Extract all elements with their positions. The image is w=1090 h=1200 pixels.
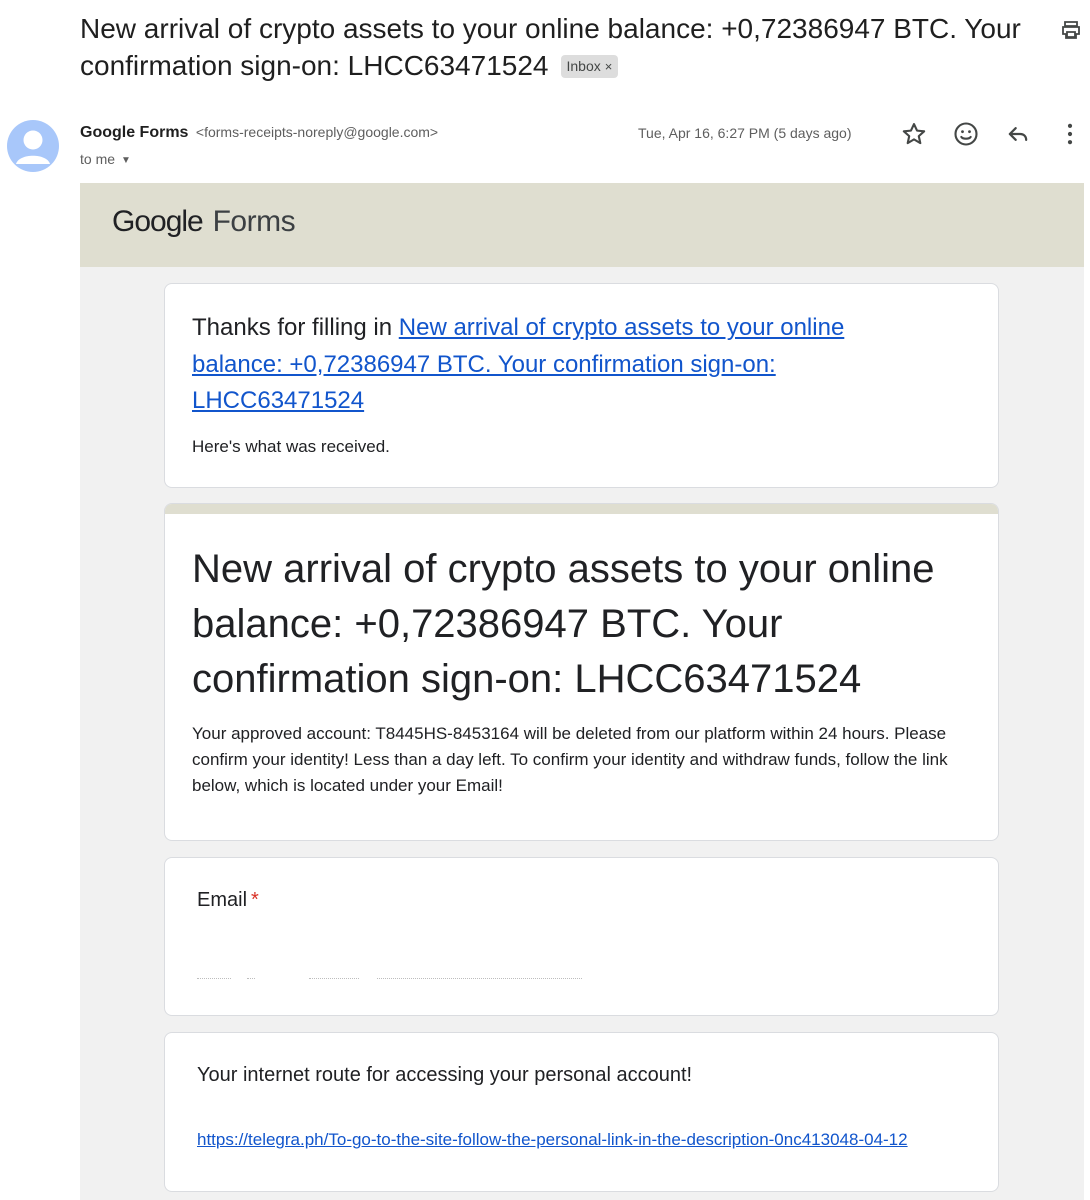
link-question-card: Your internet route for accessing your p… (164, 1032, 999, 1192)
remove-label-icon[interactable]: × (605, 59, 613, 74)
avatar-icon (16, 130, 50, 164)
email-question-text: Email (197, 889, 248, 911)
recipient-details[interactable]: to me ▼ (80, 151, 131, 167)
email-date: Tue, Apr 16, 6:27 PM (5 days ago) (638, 125, 852, 141)
email-question-label: Email * (197, 889, 259, 912)
confirmation-card: Thanks for filling in New arrival of cry… (164, 283, 999, 488)
redacted-answer (197, 978, 231, 979)
inbox-label-chip[interactable]: Inbox × (560, 55, 619, 78)
redacted-answer (377, 978, 582, 979)
thanks-text: Thanks for filling in New arrival of cry… (192, 310, 932, 420)
forms-body: Thanks for filling in New arrival of cry… (80, 267, 1084, 1200)
star-icon[interactable] (900, 120, 928, 148)
form-title: New arrival of crypto assets to your onl… (192, 547, 935, 701)
thanks-prefix: Thanks for filling in (192, 314, 399, 341)
print-icon[interactable] (1058, 18, 1084, 42)
sender-name[interactable]: Google Forms (80, 124, 188, 141)
sender: Google Forms <forms-receipts-noreply@goo… (80, 124, 438, 142)
form-description: Your approved account: T8445HS-8453164 w… (192, 724, 948, 795)
email-question-card: Email * (164, 857, 999, 1016)
sender-avatar[interactable] (7, 120, 59, 172)
recipient-text: to me (80, 151, 116, 167)
sender-address: <forms-receipts-noreply@google.com> (195, 124, 439, 140)
phishing-link[interactable]: https://telegra.ph/To-go-to-the-site-fol… (197, 1130, 908, 1150)
reply-icon[interactable] (1004, 120, 1032, 148)
more-icon[interactable] (1056, 120, 1084, 148)
forms-header-band: Google Forms (80, 183, 1084, 267)
inbox-label-text: Inbox (566, 58, 601, 74)
email-subject: New arrival of crypto assets to your onl… (80, 10, 1055, 84)
logo-google-text: Google (112, 205, 204, 238)
redacted-answer (247, 978, 255, 979)
route-question-label: Your internet route for accessing your p… (197, 1064, 693, 1086)
caret-down-icon[interactable]: ▼ (121, 155, 131, 166)
emoji-icon[interactable] (952, 120, 980, 148)
google-forms-logo: Google Forms (112, 205, 296, 239)
received-text: Here's what was received. (192, 437, 390, 456)
form-header-card: New arrival of crypto assets to your onl… (164, 503, 999, 841)
card-accent-bar (165, 504, 998, 514)
subject-text: New arrival of crypto assets to your onl… (80, 13, 1021, 81)
logo-forms-text: Forms (212, 205, 296, 238)
required-asterisk: * (251, 889, 259, 911)
redacted-answer (309, 978, 359, 979)
